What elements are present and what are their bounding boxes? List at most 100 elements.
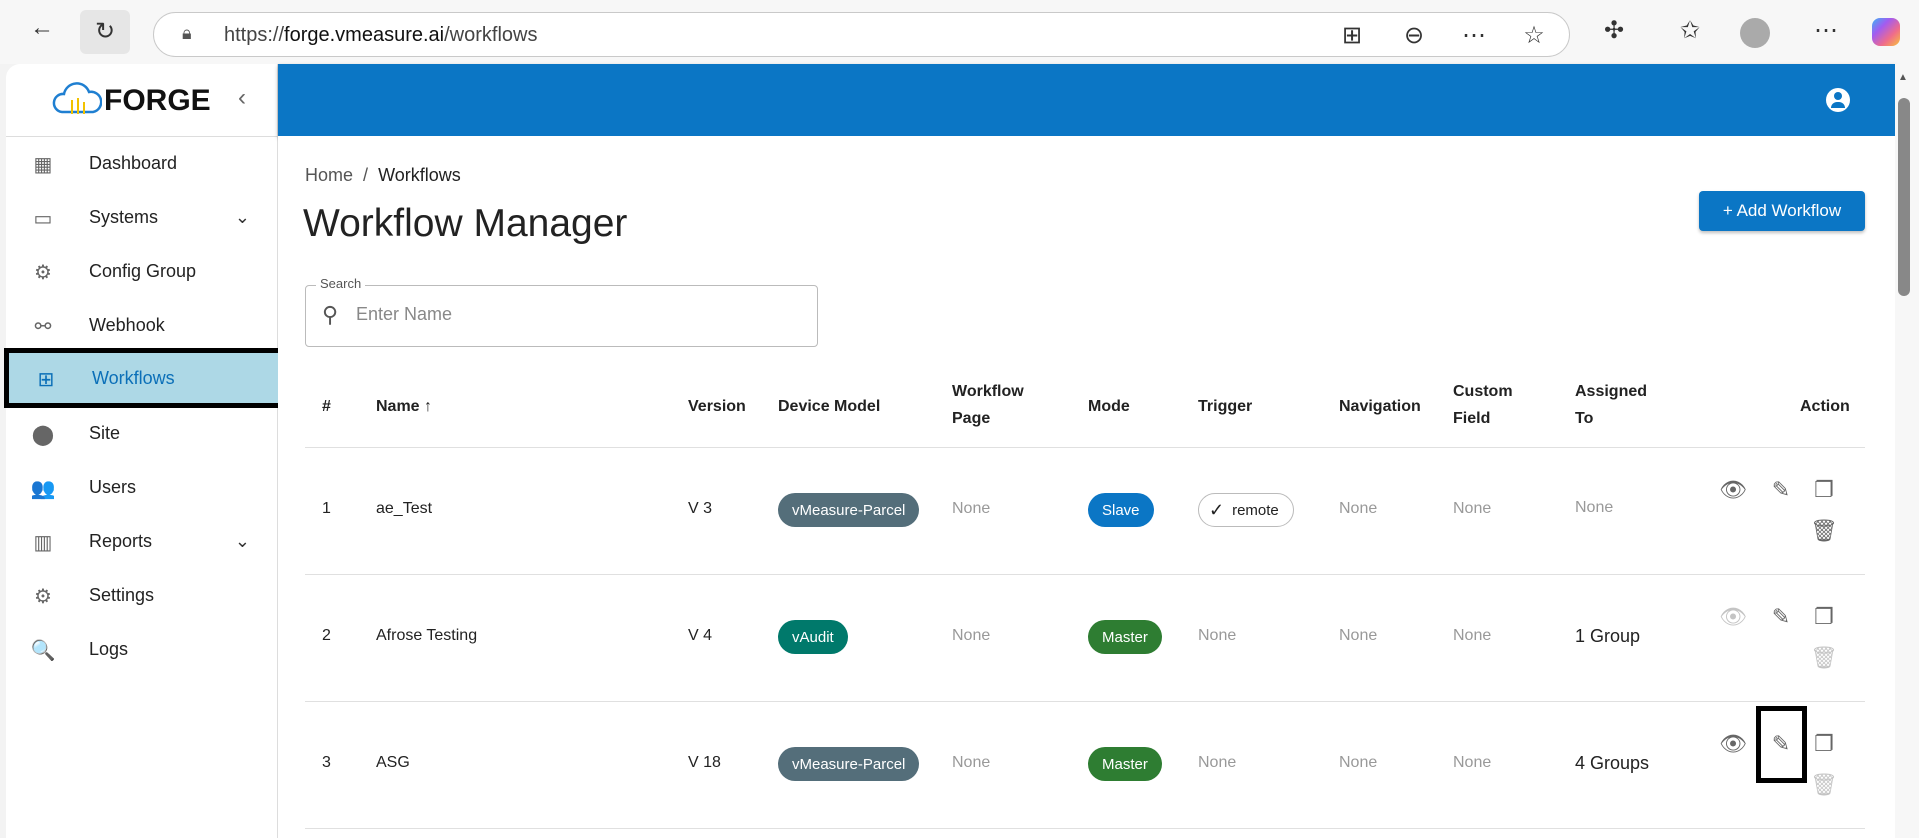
column-header[interactable]: Name ↑ [376, 393, 432, 420]
column-header: Assigned To [1575, 383, 1648, 427]
settings-icon: ⚙ [34, 586, 52, 608]
column-header: Navigation [1339, 398, 1421, 415]
sidebar-item-users[interactable]: 👥 Users [6, 460, 278, 514]
header-divider [305, 447, 1865, 448]
settings-more-icon[interactable]: ⋯ [1808, 16, 1844, 45]
view-icon[interactable]: 👁︎ [1719, 477, 1747, 503]
column-header: Device Model [778, 398, 881, 415]
custom-field: None [1453, 500, 1492, 517]
sidebar-item-label: Reports [89, 530, 153, 551]
check-icon: ✓ [1209, 499, 1225, 520]
column-header: Version [688, 398, 746, 415]
sidebar-item-label: Users [89, 476, 137, 497]
device-model-chip: vMeasure-Parcel [778, 493, 920, 527]
top-app-bar [278, 64, 1895, 136]
brand-name: FORGE [104, 84, 211, 117]
delete-trash-icon[interactable]: 🗑︎ [1810, 645, 1838, 671]
sidebar-item-webhook[interactable]: ⚯ Webhook [6, 298, 278, 352]
copilot-icon[interactable] [1872, 18, 1900, 46]
chevron-down-icon[interactable]: ⌄ [235, 531, 250, 552]
row-divider [305, 574, 1865, 575]
row-divider [305, 701, 1865, 702]
column-header: # [322, 398, 331, 415]
split-screen-icon[interactable]: ⊞ [1334, 21, 1370, 50]
chevron-down-icon[interactable]: ⌄ [235, 207, 250, 228]
row-number: 2 [322, 627, 331, 644]
search-icon: ⚲ [322, 302, 339, 327]
device-model-chip: vMeasure-Parcel [778, 747, 920, 781]
row-number: 1 [322, 500, 331, 517]
more-options-icon[interactable]: ⋯ [1456, 21, 1492, 50]
url-prefix: https:// [224, 24, 285, 46]
zoom-out-icon[interactable]: ⊖ [1396, 21, 1432, 50]
assigned-to: None [1575, 499, 1614, 516]
search-input[interactable] [356, 304, 796, 325]
search-field[interactable]: Search ⚲ [305, 276, 818, 347]
sidebar-item-label: Logs [89, 638, 129, 659]
sidebar-item-site[interactable]: ⬤ Site [6, 406, 278, 460]
navigation: None [1339, 627, 1378, 644]
assigned-to: 1 Group [1575, 626, 1641, 646]
forge-logo-icon [52, 82, 102, 114]
trigger: None [1198, 754, 1237, 771]
edit-pencil-icon[interactable]: ✎ [1767, 477, 1795, 503]
trigger: None [1198, 627, 1237, 644]
collapse-sidebar-icon[interactable]: ‹ [238, 84, 246, 112]
column-header: Custom Field [1453, 383, 1513, 427]
sidebar-item-label: Settings [89, 584, 155, 605]
copy-icon[interactable]: ❐ [1810, 731, 1838, 757]
address-bar[interactable]: 🔒︎ https://forge.vmeasure.ai/workflows ⊞… [153, 12, 1570, 57]
copy-icon[interactable]: ❐ [1810, 477, 1838, 503]
add-workflow-button[interactable]: + Add Workflow [1699, 191, 1865, 231]
custom-field: None [1453, 754, 1492, 771]
breadcrumb-separator: / [363, 165, 369, 185]
sidebar-item-logs[interactable]: 🔍 Logs [6, 622, 278, 676]
workflow-name: Afrose Testing [376, 627, 478, 644]
device-model-chip: vAudit [778, 620, 848, 654]
workflow-version: V 3 [688, 500, 713, 517]
navigation: None [1339, 754, 1378, 771]
sidebar-item-systems[interactable]: ▭ Systems ⌄ [6, 190, 278, 244]
extensions-icon[interactable]: ✣ [1596, 16, 1632, 45]
favorite-icon[interactable]: ☆ [1516, 21, 1552, 50]
users-icon: 👥 [30, 478, 56, 500]
view-icon[interactable]: 👁︎ [1719, 604, 1747, 630]
scroll-up-icon[interactable]: ▲ [1898, 72, 1908, 83]
sidebar-item-settings[interactable]: ⚙ Settings [6, 568, 278, 622]
workflow-name: ASG [376, 754, 410, 771]
column-header: Workflow Page [952, 383, 1024, 427]
back-icon[interactable]: ← [24, 14, 60, 42]
sidebar-item-label: Workflows [92, 367, 175, 388]
trigger-label: remote [1232, 501, 1279, 519]
scrollbar-thumb[interactable] [1898, 98, 1910, 296]
view-icon[interactable]: 👁︎ [1719, 731, 1747, 757]
sidebar-item-workflows[interactable]: ⊞ Workflows [4, 348, 285, 408]
account-icon[interactable] [1826, 88, 1850, 112]
sidebar-item-reports[interactable]: ▥ Reports ⌄ [6, 514, 278, 568]
reports-icon: ▥ [33, 532, 53, 554]
profile-avatar[interactable] [1740, 18, 1770, 48]
url-text: https://forge.vmeasure.ai/workflows [224, 24, 537, 47]
delete-trash-icon[interactable]: 🗑︎ [1810, 518, 1838, 544]
reload-icon[interactable]: ↻ [80, 10, 130, 54]
logs-icon: 🔍 [30, 640, 56, 662]
breadcrumb-current: Workflows [378, 165, 461, 185]
dashboard-icon: ▦ [33, 154, 53, 176]
url-path: /workflows [444, 24, 538, 46]
edit-pencil-icon[interactable]: ✎ [1767, 604, 1795, 630]
favorites-icon[interactable]: ✩ [1672, 16, 1708, 45]
assigned-to: 4 Groups [1575, 753, 1650, 773]
sidebar-item-dashboard[interactable]: ▦ Dashboard [6, 136, 278, 190]
location-icon: ⬤ [31, 424, 55, 446]
sidebar-item-label: Dashboard [89, 152, 178, 173]
workflow-page: None [952, 500, 991, 517]
column-header: Mode [1088, 398, 1130, 415]
sidebar: FORGE ‹ ▦ Dashboard ▭ Systems ⌄ ⚙ Config Group… [4, 64, 285, 838]
breadcrumb-home[interactable]: Home [305, 165, 353, 185]
devices-icon: ▭ [33, 208, 53, 230]
sidebar-item-config-group[interactable]: ⚙ Config Group [6, 244, 278, 298]
copy-icon[interactable]: ❐ [1810, 604, 1838, 630]
workflow-version: V 4 [688, 627, 713, 644]
delete-trash-icon[interactable]: 🗑︎ [1810, 772, 1838, 798]
url-domain: forge.vmeasure.ai [284, 24, 445, 46]
